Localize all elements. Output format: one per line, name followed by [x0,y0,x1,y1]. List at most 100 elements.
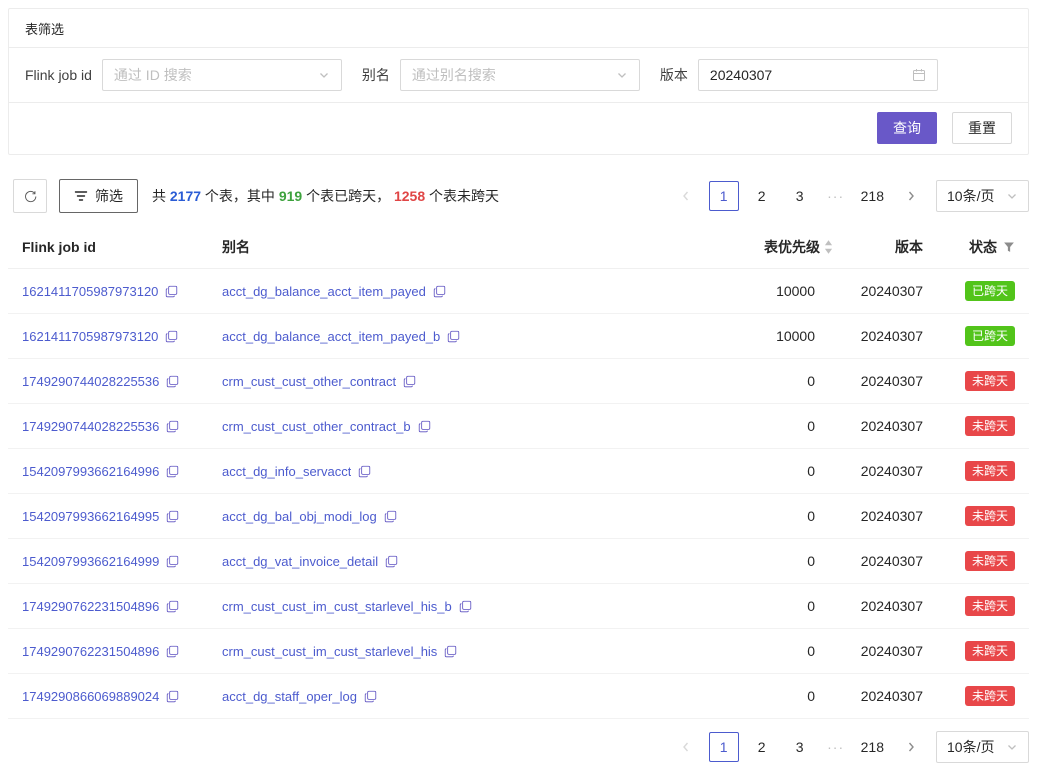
copy-icon[interactable] [418,420,431,433]
version-date-input[interactable]: 20240307 [698,59,938,91]
flink-job-id-placeholder: 通过 ID 搜索 [114,65,192,85]
job-id-cell: 1749290744028225536 [22,374,222,389]
copy-icon[interactable] [403,375,416,388]
chevron-down-icon [1006,190,1018,202]
chevron-down-icon [318,69,330,81]
status-cell: 未跨天 [923,596,1015,616]
job-id-cell: 1749290762231504896 [22,599,222,614]
next-page-button[interactable] [896,181,926,211]
alias-link[interactable]: acct_dg_bal_obj_modi_log [222,509,377,524]
copy-icon[interactable] [166,465,179,478]
alias-link[interactable]: acct_dg_balance_acct_item_payed_b [222,329,440,344]
job-id-cell: 1749290866069889024 [22,689,222,704]
page-button-last[interactable]: 218 [857,732,888,762]
priority-value: 0 [693,373,833,389]
next-page-button[interactable] [896,732,926,762]
alias-link[interactable]: acct_dg_balance_acct_item_payed [222,284,426,299]
copy-icon[interactable] [433,285,446,298]
alias-label: 别名 [362,65,390,85]
job-id-cell: 1542097993662164999 [22,554,222,569]
summary-seg: 个表已跨天， [302,188,394,204]
alias-link[interactable]: acct_dg_vat_invoice_detail [222,554,378,569]
bottom-bar: 1 2 3 ··· 218 10条/页 [8,731,1029,763]
alias-link[interactable]: acct_dg_staff_oper_log [222,689,357,704]
copy-icon[interactable] [166,690,179,703]
copy-icon[interactable] [384,510,397,523]
copy-icon[interactable] [166,510,179,523]
filter-toggle-button[interactable]: 筛选 [59,179,138,213]
page-button-3[interactable]: 3 [785,181,815,211]
job-id-link[interactable]: 1749290762231504896 [22,644,159,659]
page-size-select[interactable]: 10条/页 [936,731,1029,763]
filter-actions: 查询 重置 [9,103,1028,154]
copy-icon[interactable] [447,330,460,343]
page-button-last[interactable]: 218 [857,181,888,211]
copy-icon[interactable] [166,375,179,388]
copy-icon[interactable] [364,690,377,703]
query-button[interactable]: 查询 [877,112,937,144]
page-button-1[interactable]: 1 [709,181,739,211]
version-value: 20240307 [833,463,923,479]
table-row: 1621411705987973120 acct_dg_balance_acct… [8,269,1029,314]
job-id-link[interactable]: 1621411705987973120 [22,284,158,299]
alias-link[interactable]: acct_dg_info_servacct [222,464,351,479]
page-button-1[interactable]: 1 [709,732,739,762]
prev-page-button[interactable] [671,181,701,211]
status-cell: 未跨天 [923,551,1015,571]
filter-funnel-icon[interactable] [1003,241,1015,253]
flink-job-id-select[interactable]: 通过 ID 搜索 [102,59,342,91]
copy-icon[interactable] [165,330,178,343]
job-id-link[interactable]: 1749290744028225536 [22,419,159,434]
copy-icon[interactable] [166,600,179,613]
priority-header-label: 表优先级 [764,237,820,257]
version-value: 20240307 [833,553,923,569]
copy-icon[interactable] [166,555,179,568]
alias-link[interactable]: crm_cust_cust_other_contract [222,374,396,389]
copy-icon[interactable] [444,645,457,658]
copy-icon[interactable] [165,285,178,298]
col-header-priority[interactable]: 表优先级 [693,237,833,257]
priority-value: 0 [693,643,833,659]
job-id-link[interactable]: 1542097993662164995 [22,509,159,524]
reset-button[interactable]: 重置 [952,112,1012,144]
pagination-bottom: 1 2 3 ··· 218 [671,732,926,762]
job-id-cell: 1749290744028225536 [22,419,222,434]
alias-cell: crm_cust_cust_im_cust_starlevel_his_b [222,599,693,614]
table-header: Flink job id 别名 表优先级 版本 状态 [8,225,1029,269]
job-id-link[interactable]: 1542097993662164999 [22,554,159,569]
refresh-button[interactable] [13,179,47,213]
page-button-2[interactable]: 2 [747,181,777,211]
tables-table: Flink job id 别名 表优先级 版本 状态 1621411705987… [8,225,1029,719]
field-version: 版本 20240307 [660,59,938,91]
summary-seg: 个表未跨天 [425,188,499,204]
status-cell: 未跨天 [923,371,1015,391]
job-id-link[interactable]: 1749290744028225536 [22,374,159,389]
copy-icon[interactable] [358,465,371,478]
alias-link[interactable]: crm_cust_cust_im_cust_starlevel_his [222,644,437,659]
sort-icon[interactable] [824,240,833,254]
job-id-cell: 1749290762231504896 [22,644,222,659]
job-id-link[interactable]: 1749290866069889024 [22,689,159,704]
job-id-cell: 1542097993662164995 [22,509,222,524]
job-id-link[interactable]: 1542097993662164996 [22,464,159,479]
table-row: 1542097993662164995 acct_dg_bal_obj_modi… [8,494,1029,539]
page-button-3[interactable]: 3 [785,732,815,762]
summary-seg: 个表，其中 [201,188,279,204]
job-id-link[interactable]: 1621411705987973120 [22,329,158,344]
version-value: 20240307 [833,283,923,299]
copy-icon[interactable] [166,645,179,658]
alias-cell: crm_cust_cust_other_contract_b [222,419,693,434]
page-size-select[interactable]: 10条/页 [936,180,1029,212]
copy-icon[interactable] [166,420,179,433]
copy-icon[interactable] [385,555,398,568]
alias-select[interactable]: 通过别名搜索 [400,59,640,91]
alias-link[interactable]: crm_cust_cust_other_contract_b [222,419,411,434]
page-button-2[interactable]: 2 [747,732,777,762]
alias-link[interactable]: crm_cust_cust_im_cust_starlevel_his_b [222,599,452,614]
job-id-link[interactable]: 1749290762231504896 [22,599,159,614]
alias-cell: acct_dg_vat_invoice_detail [222,554,693,569]
summary-seg: 共 [152,188,170,204]
prev-page-button[interactable] [671,732,701,762]
status-badge: 未跨天 [965,506,1015,526]
copy-icon[interactable] [459,600,472,613]
